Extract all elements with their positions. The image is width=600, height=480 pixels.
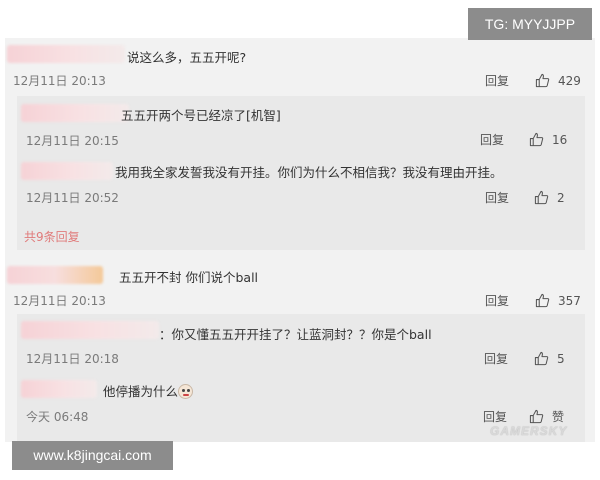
- like-button[interactable]: 16: [529, 132, 567, 147]
- comment-text: 五五开不封 你们说个ball: [119, 270, 259, 285]
- gamersky-watermark: GAMERSKY: [490, 424, 568, 438]
- more-replies-link[interactable]: 共9条回复: [24, 228, 80, 245]
- username-blurred[interactable]: [21, 380, 97, 398]
- like-button[interactable]: 赞: [529, 409, 564, 424]
- reply-text: 五五开两个号已经凉了[机智]: [121, 108, 281, 123]
- reply-list: 五五开两个号已经凉了[机智] 12月11日 20:15 回复 16 我用我全家发…: [17, 96, 585, 250]
- like-count: 5: [557, 351, 565, 366]
- username-blurred[interactable]: [21, 104, 129, 122]
- grimace-emoji-icon: [178, 384, 194, 399]
- like-button[interactable]: 5: [534, 351, 565, 366]
- like-button[interactable]: 429: [535, 73, 581, 88]
- reply-text: 我用我全家发誓我没有开挂。你们为什么不相信我？我没有理由开挂。: [115, 165, 503, 180]
- site-watermark: www.k8jingcai.com: [12, 441, 173, 470]
- like-count: 2: [557, 190, 565, 205]
- thumbs-up-icon: [534, 351, 549, 366]
- like-count: 357: [558, 293, 581, 308]
- thumbs-up-icon: [535, 73, 550, 88]
- comment-text: 说这么多，五五开呢?: [127, 50, 247, 65]
- like-button[interactable]: 2: [534, 190, 565, 205]
- username-blurred[interactable]: [21, 162, 113, 180]
- reply-text: 他停播为什么: [103, 384, 194, 400]
- comment-panel: 说这么多，五五开呢? 12月11日 20:13 回复 429 五五开两个号已经凉…: [5, 38, 595, 442]
- thumbs-up-icon: [535, 293, 550, 308]
- reply-text-content: 他停播为什么: [103, 384, 179, 399]
- reply-time: 12月11日 20:18: [26, 352, 119, 366]
- username-blurred[interactable]: [7, 45, 125, 63]
- thumbs-up-icon: [534, 190, 549, 205]
- reply-button[interactable]: 回复: [483, 410, 507, 424]
- reply-button[interactable]: 回复: [485, 191, 509, 205]
- username-blurred[interactable]: [7, 266, 103, 284]
- thumbs-up-icon: [529, 409, 544, 424]
- like-count: 16: [552, 132, 568, 147]
- comment-time: 12月11日 20:13: [13, 74, 106, 88]
- username-blurred[interactable]: [21, 321, 159, 339]
- reply-list: ：你又懂五五开开挂了？让蓝洞封？？你是个ball 12月11日 20:18 回复…: [17, 314, 585, 442]
- reply-button[interactable]: 回复: [484, 352, 508, 366]
- like-count: 赞: [552, 409, 565, 424]
- reply-button[interactable]: 回复: [485, 294, 509, 308]
- thumbs-up-icon: [529, 132, 544, 147]
- like-count: 429: [558, 73, 581, 88]
- comment-time: 12月11日 20:13: [13, 294, 106, 308]
- like-button[interactable]: 357: [535, 293, 581, 308]
- reply-button[interactable]: 回复: [485, 74, 509, 88]
- tg-watermark: TG: MYYJJPP: [468, 8, 592, 40]
- reply-time: 今天 06:48: [26, 410, 89, 424]
- reply-time: 12月11日 20:52: [26, 191, 119, 205]
- reply-button[interactable]: 回复: [480, 133, 504, 147]
- reply-text: ：你又懂五五开开挂了？让蓝洞封？？你是个ball: [159, 327, 432, 342]
- reply-time: 12月11日 20:15: [26, 134, 119, 148]
